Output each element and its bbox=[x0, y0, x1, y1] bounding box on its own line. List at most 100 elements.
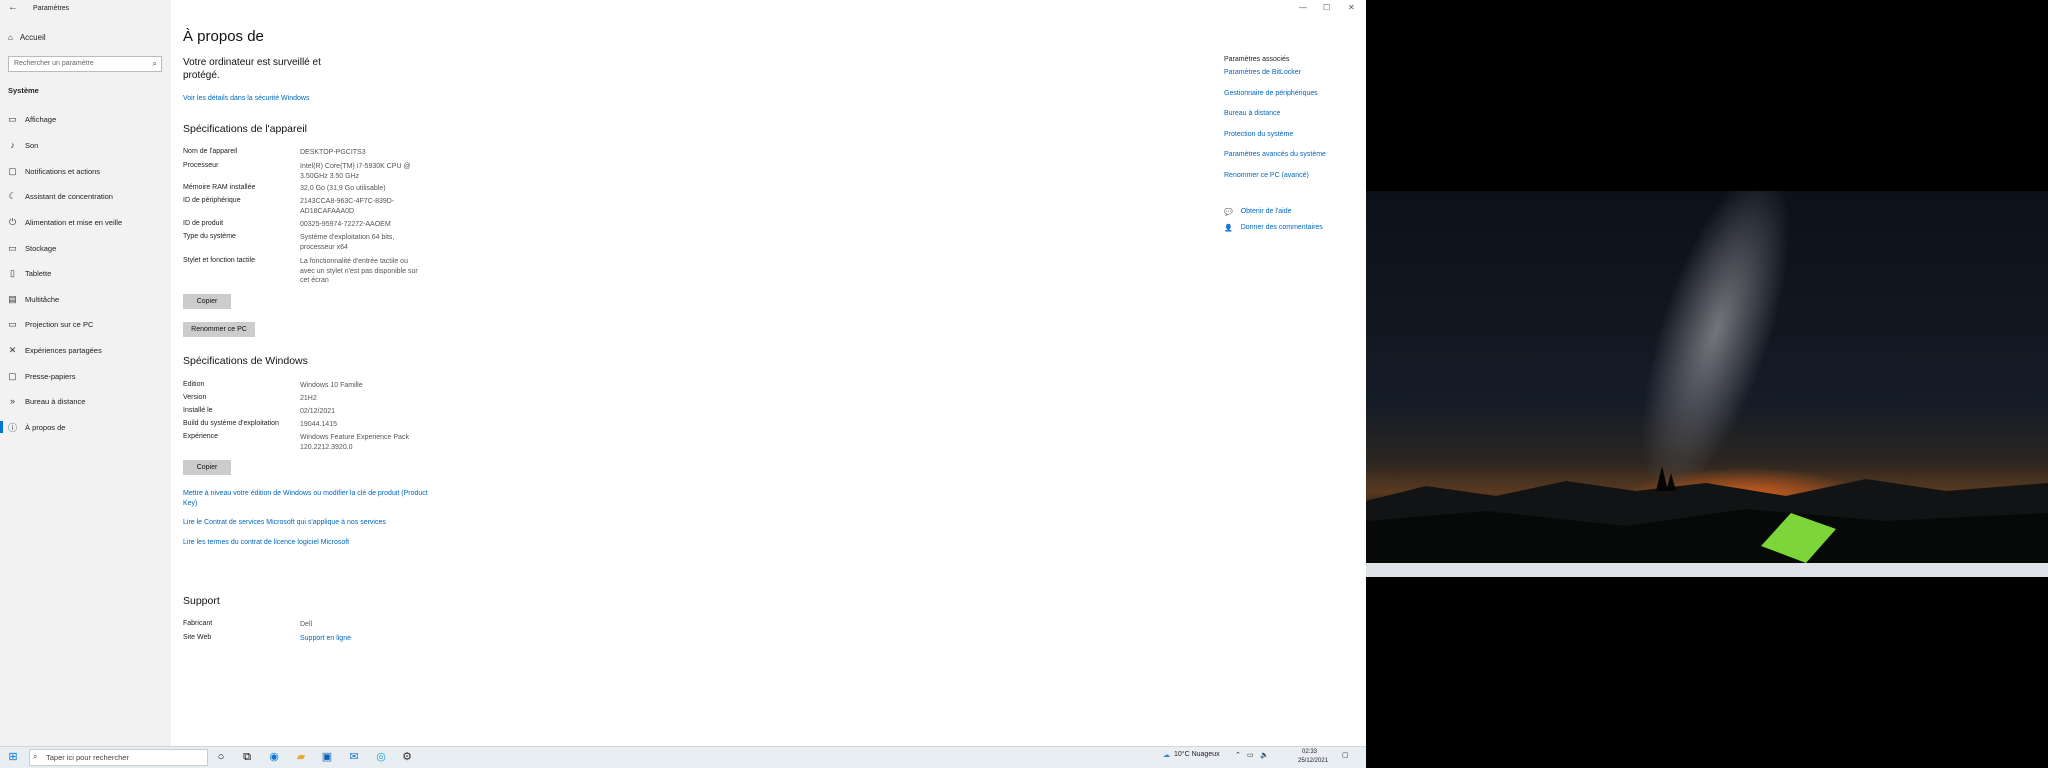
clock-date[interactable]: 25/12/2021 bbox=[1298, 758, 1328, 764]
support-value: Dell bbox=[300, 621, 313, 628]
sidebar-item-experiences-partagees[interactable]: ✕ Expériences partagées bbox=[0, 341, 171, 359]
taskbar-search-placeholder: Taper ici pour rechercher bbox=[46, 753, 129, 762]
sidebar-item-concentration[interactable]: ☾ Assistant de concentration bbox=[0, 187, 171, 205]
spec-value: 00325-95974-72272-AAOEM bbox=[300, 221, 391, 228]
windows-start-icon[interactable]: ⊞ bbox=[6, 750, 20, 764]
spec-value: Windows Feature Experience Pack 120.2212… bbox=[300, 434, 409, 451]
sidebar-item-alimentation[interactable]: ⏻ Alimentation et mise en veille bbox=[0, 213, 171, 231]
sidebar-item-a-propos[interactable]: ⓘ À propos de bbox=[0, 418, 171, 436]
spec-key: ID de périphérique bbox=[183, 197, 241, 204]
page-title: À propos de bbox=[183, 28, 264, 45]
weather-icon: ☁ bbox=[1163, 752, 1170, 759]
sidebar-item-notifications[interactable]: ▢ Notifications et actions bbox=[0, 162, 171, 180]
search-placeholder: Rechercher un paramètre bbox=[14, 60, 94, 67]
spec-key: Expérience bbox=[183, 433, 219, 440]
windows-spec-row: Edition Windows 10 Famille bbox=[183, 381, 420, 391]
sidebar-item-bureau-distance[interactable]: » Bureau à distance bbox=[0, 392, 171, 410]
sidebar-item-multitache[interactable]: ▤ Multitâche bbox=[0, 290, 171, 308]
services-agreement-link[interactable]: Lire le Contrat de services Microsoft qu… bbox=[183, 518, 386, 528]
cortana-icon[interactable]: ○ bbox=[214, 750, 228, 764]
related-link-advanced-settings[interactable]: Paramètres avancés du système bbox=[1224, 151, 1326, 158]
sidebar-item-affichage[interactable]: ▭ Affichage bbox=[0, 110, 171, 128]
security-link[interactable]: Voir les détails dans la sécurité Window… bbox=[183, 94, 309, 104]
close-button[interactable]: ✕ bbox=[1348, 3, 1355, 12]
minimize-button[interactable]: — bbox=[1299, 3, 1307, 12]
sidebar-item-label: Expériences partagées bbox=[25, 345, 102, 355]
search-icon: ⌕ bbox=[152, 59, 157, 68]
milky-way-image bbox=[1366, 191, 2048, 577]
related-link-device-manager[interactable]: Gestionnaire de périphériques bbox=[1224, 90, 1318, 97]
upgrade-edition-link[interactable]: Mettre à niveau votre édition de Windows… bbox=[183, 489, 428, 509]
mail-icon[interactable]: ✉ bbox=[347, 750, 361, 764]
windows-spec-row: Installé le 02/12/2021 bbox=[183, 407, 420, 417]
feedback-link[interactable]: 👤 Donner des commentaires bbox=[1224, 224, 1323, 232]
spec-value: 32,0 Go (31,9 Go utilisable) bbox=[300, 185, 386, 192]
related-link-remote-desktop[interactable]: Bureau à distance bbox=[1224, 110, 1280, 117]
moon-icon: ☾ bbox=[8, 190, 17, 201]
sidebar-item-label: Alimentation et mise en veille bbox=[25, 217, 123, 227]
device-spec-row: Nom de l'appareil DESKTOP-PGCITS3 bbox=[183, 148, 420, 158]
sidebar-item-projection[interactable]: ▭ Projection sur ce PC bbox=[0, 315, 171, 333]
projection-icon: ▭ bbox=[8, 318, 17, 329]
sidebar-item-label: Stockage bbox=[25, 243, 57, 253]
sidebar-item-label: À propos de bbox=[25, 422, 66, 432]
support-key: Fabricant bbox=[183, 620, 213, 627]
file-explorer-icon[interactable]: ▰ bbox=[294, 750, 308, 764]
wallpaper-preview bbox=[1366, 191, 2048, 577]
related-link-rename-advanced[interactable]: Renommer ce PC (avancé) bbox=[1224, 172, 1309, 179]
sidebar-item-label: Son bbox=[25, 140, 39, 150]
notification-center-icon[interactable]: ▢ bbox=[1342, 751, 1349, 759]
device-spec-row: ID de produit 00325-95974-72272-AAOEM bbox=[183, 220, 420, 230]
device-spec-row: Processeur Intel(R) Core(TM) i7-5930K CPU… bbox=[183, 162, 420, 181]
windows-spec-row: Version 21H2 bbox=[183, 394, 420, 404]
support-site-link[interactable]: Support en ligne bbox=[300, 634, 420, 644]
network-icon[interactable]: ▭ bbox=[1247, 751, 1254, 759]
get-help-link[interactable]: 💬 Obtenir de l'aide bbox=[1224, 208, 1291, 216]
related-link-system-protection[interactable]: Protection du système bbox=[1224, 131, 1293, 138]
spec-key: Mémoire RAM installée bbox=[183, 184, 256, 191]
windows-specs-title: Spécifications de Windows bbox=[183, 355, 308, 367]
spec-value: Système d'exploitation 64 bits, processe… bbox=[300, 234, 395, 251]
store-icon[interactable]: ▣ bbox=[320, 750, 334, 764]
chevron-up-icon[interactable]: ⌃ bbox=[1235, 751, 1241, 759]
remote-icon: » bbox=[9, 396, 15, 406]
device-spec-row: Stylet et fonction tactile La fonctionnal… bbox=[183, 257, 420, 286]
feedback-label: Donner des commentaires bbox=[1240, 224, 1323, 231]
rename-pc-button[interactable]: Renommer ce PC bbox=[183, 322, 255, 337]
speaker-icon: ♪ bbox=[10, 140, 15, 150]
copy-windows-specs-button[interactable]: Copier bbox=[183, 460, 231, 475]
copy-device-specs-button[interactable]: Copier bbox=[183, 294, 231, 309]
sidebar-item-label: Multitâche bbox=[25, 294, 60, 304]
search-input[interactable]: Rechercher un paramètre ⌕ bbox=[8, 56, 162, 72]
sidebar-item-label: Assistant de concentration bbox=[25, 191, 113, 201]
sidebar-item-son[interactable]: ♪ Son bbox=[0, 136, 171, 154]
maximize-button[interactable]: ☐ bbox=[1323, 3, 1330, 12]
window-title: Paramètres bbox=[33, 5, 70, 12]
task-view-icon[interactable]: ⧉ bbox=[240, 750, 254, 764]
support-key: Site Web bbox=[183, 634, 212, 641]
weather-text[interactable]: 10°C Nuageux bbox=[1174, 751, 1220, 758]
taskbar: ⊞ ⌕ Taper ici pour rechercher ○ ⧉ ◉ ▰ ▣ … bbox=[0, 746, 1366, 768]
sidebar-item-stockage[interactable]: ▭ Stockage bbox=[0, 239, 171, 257]
edge-beta-icon[interactable]: ◎ bbox=[374, 750, 388, 764]
speaker-icon[interactable]: 🔈 bbox=[1260, 751, 1269, 759]
license-terms-link[interactable]: Lire les termes du contrat de licence lo… bbox=[183, 538, 349, 548]
back-arrow-icon[interactable]: ← bbox=[8, 2, 18, 13]
edge-icon[interactable]: ◉ bbox=[267, 750, 281, 764]
shared-icon: ✕ bbox=[8, 344, 17, 355]
sidebar-home[interactable]: ⌂ Accueil bbox=[8, 33, 46, 42]
spec-key: Build du système d'exploitation bbox=[183, 420, 279, 427]
spec-key: Edition bbox=[183, 381, 205, 388]
info-icon: ⓘ bbox=[7, 422, 17, 433]
feedback-icon: 👤 bbox=[1224, 225, 1233, 232]
settings-gear-icon[interactable]: ⚙ bbox=[400, 750, 414, 764]
sidebar: ← Paramètres ⌂ Accueil Rechercher un par… bbox=[0, 0, 171, 746]
spec-value: 19044.1415 bbox=[300, 421, 337, 428]
related-link-bitlocker[interactable]: Paramètres de BitLocker bbox=[1224, 69, 1301, 76]
help-icon: 💬 bbox=[1224, 209, 1233, 216]
spec-key: Type du système bbox=[183, 233, 236, 240]
sidebar-item-tablette[interactable]: ▯ Tablette bbox=[0, 264, 171, 282]
clock-time[interactable]: 02:33 bbox=[1302, 749, 1317, 755]
sidebar-item-presse-papiers[interactable]: ▢ Presse-papiers bbox=[0, 367, 171, 385]
taskbar-search-input[interactable]: ⌕ Taper ici pour rechercher bbox=[29, 749, 208, 766]
